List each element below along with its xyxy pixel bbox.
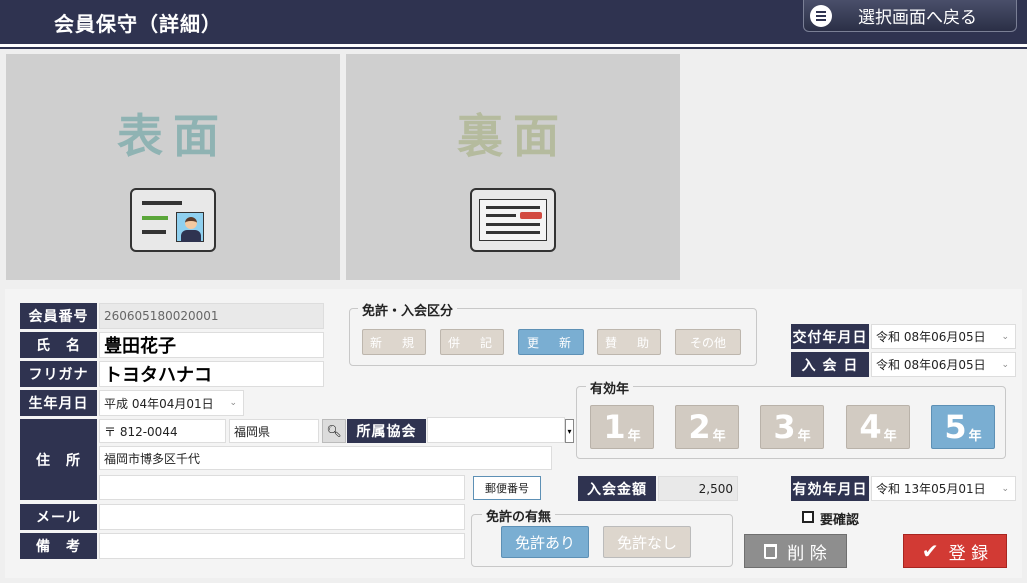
license-type-title: 免許・入会区分 [358, 300, 458, 319]
year-3-number: 3 [773, 408, 796, 446]
birthdate-value: 平成 04年04月01日 [104, 396, 214, 411]
validity-years-title: 有効年 [586, 378, 634, 397]
address-label: 住 所 [20, 419, 97, 500]
header-divider-dark [0, 47, 1027, 49]
chevron-down-icon: ⌄ [1001, 483, 1009, 494]
expiry-date-value: 令和 13年05月01日 [876, 482, 986, 496]
search-icon[interactable]: 🔍︎ [322, 419, 346, 443]
year-2-number: 2 [688, 408, 711, 446]
birthdate-dropdown[interactable]: 平成 04年04月01日 ⌄ [99, 390, 244, 416]
join-date-dropdown[interactable]: 令和 08年06月05日 ⌄ [871, 352, 1016, 377]
year-4-unit: 年 [883, 429, 897, 444]
prefecture-field[interactable]: 福岡県 [229, 419, 319, 443]
type-new-button[interactable]: 新 規 [362, 329, 426, 355]
list-icon [810, 4, 832, 27]
year-4-number: 4 [859, 408, 882, 446]
issue-date-dropdown[interactable]: 令和 08年06月05日 ⌄ [871, 324, 1016, 349]
kana-field[interactable]: トヨタハナコ [99, 361, 324, 387]
back-card-panel[interactable]: 裏面 [346, 54, 680, 280]
id-card-back-icon [470, 188, 556, 252]
front-card-label: 表面 [117, 109, 229, 163]
type-supporting-button[interactable]: 賛 助 [597, 329, 661, 355]
kana-label: フリガナ [20, 361, 97, 387]
name-field[interactable]: 豊田花子 [99, 332, 324, 358]
year-5-number: 5 [944, 408, 967, 446]
fee-value: 2,500 [658, 476, 738, 501]
note-label: 備 考 [20, 533, 97, 559]
license-presence-title: 免許の有無 [482, 506, 556, 525]
type-other-button[interactable]: その他 [675, 329, 741, 355]
year-1-unit: 年 [627, 429, 641, 444]
email-field[interactable] [99, 504, 465, 530]
name-label: 氏 名 [20, 332, 97, 358]
year-2-unit: 年 [712, 429, 726, 444]
issue-date-label: 交付年月日 [791, 324, 869, 349]
license-no-button[interactable]: 免許なし [603, 526, 691, 558]
association-label: 所属協会 [347, 419, 426, 443]
year-4-button[interactable]: 4年 [846, 405, 910, 449]
confirm-checkbox[interactable] [802, 511, 814, 523]
trash-icon [764, 543, 778, 559]
year-1-button[interactable]: 1年 [590, 405, 654, 449]
chevron-down-icon: ⌄ [229, 398, 237, 408]
year-5-button[interactable]: 5年 [931, 405, 995, 449]
chevron-down-icon: ⌄ [1001, 331, 1009, 342]
join-date-label: 入 会 日 [791, 352, 869, 377]
front-card-panel[interactable]: 表面 [6, 54, 340, 280]
year-3-unit: 年 [797, 429, 811, 444]
postal-lookup-button[interactable]: 郵便番号 [473, 476, 541, 500]
back-to-selection-button[interactable]: 選択画面へ戻る [803, 0, 1017, 32]
confirm-label: 要確認 [820, 513, 860, 528]
association-dropdown-icon[interactable]: ▾ [565, 419, 574, 443]
year-1-number: 1 [603, 408, 626, 446]
type-combined-button[interactable]: 併 記 [440, 329, 504, 355]
join-date-value: 令和 08年06月05日 [876, 358, 986, 372]
register-button-label: 登 録 [948, 543, 989, 564]
back-button-label: 選択画面へ戻る [858, 8, 977, 28]
address2-field[interactable] [99, 475, 465, 500]
id-card-front-icon [130, 188, 216, 252]
year-5-unit: 年 [968, 429, 982, 444]
member-number-field: 260605180020001 [99, 303, 324, 329]
address-field[interactable]: 福岡市博多区千代 [99, 446, 552, 470]
chevron-down-icon: ⌄ [1001, 359, 1009, 370]
back-card-label: 裏面 [457, 109, 569, 163]
fee-label: 入会金額 [578, 476, 656, 501]
type-renewal-button[interactable]: 更 新 [518, 329, 584, 355]
license-yes-button[interactable]: 免許あり [501, 526, 589, 558]
checkmark-icon: ✔ [921, 539, 939, 563]
year-2-button[interactable]: 2年 [675, 405, 739, 449]
postal-code-field[interactable]: 〒 812-0044 [99, 419, 226, 443]
note-field[interactable] [99, 533, 465, 559]
expiry-date-label: 有効年月日 [791, 476, 869, 501]
year-3-button[interactable]: 3年 [760, 405, 824, 449]
delete-button[interactable]: 削 除 [744, 534, 847, 568]
expiry-date-dropdown[interactable]: 令和 13年05月01日 ⌄ [871, 476, 1016, 501]
register-button[interactable]: ✔ 登 録 [903, 534, 1007, 568]
email-label: メール [20, 504, 97, 530]
association-field[interactable] [427, 417, 565, 443]
member-number-label: 会員番号 [20, 303, 97, 329]
birthdate-label: 生年月日 [20, 390, 97, 416]
issue-date-value: 令和 08年06月05日 [876, 330, 986, 344]
delete-button-label: 削 除 [787, 543, 827, 564]
page-title: 会員保守（詳細） [54, 12, 222, 36]
